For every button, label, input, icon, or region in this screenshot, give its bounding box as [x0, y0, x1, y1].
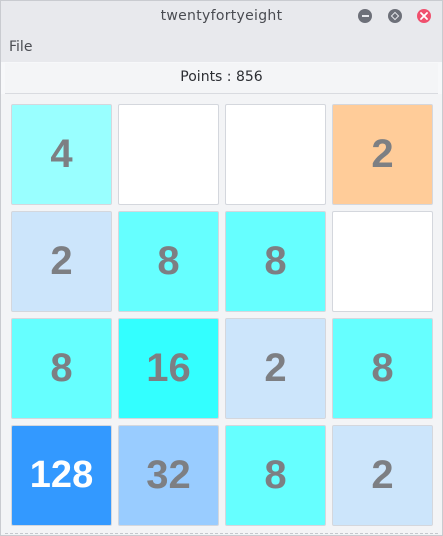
menu-file[interactable]: File — [9, 39, 32, 55]
tile-r4-c1: 128 — [11, 425, 112, 526]
tile-r4-c4: 2 — [332, 425, 433, 526]
maximize-button[interactable] — [388, 9, 402, 23]
tile-r3-c4: 8 — [332, 318, 433, 419]
tile-r2-c1: 2 — [11, 211, 112, 312]
tile-r2-c2: 8 — [118, 211, 219, 312]
score-bar: Points : 856 — [5, 63, 438, 94]
tile-r4-c3: 8 — [225, 425, 326, 526]
close-icon — [420, 12, 428, 20]
tile-r4-c2: 32 — [118, 425, 219, 526]
menu-bar: File — [1, 32, 442, 62]
app-window: twentyfortyeight File Points : 856 42288… — [0, 0, 443, 536]
game-board: 4 2 2 8 8 8 16 2 8 128 32 8 2 — [1, 94, 442, 535]
tile-r3-c2: 16 — [118, 318, 219, 419]
tile-r1-c1: 4 — [11, 104, 112, 205]
tile-r3-c3: 2 — [225, 318, 326, 419]
close-button[interactable] — [417, 9, 431, 23]
tile-r1-c4: 2 — [332, 104, 433, 205]
tile-r1-c2 — [118, 104, 219, 205]
bottom-border — [5, 533, 438, 534]
tile-r3-c1: 8 — [11, 318, 112, 419]
score-label: Points : 856 — [180, 69, 263, 85]
tile-r2-c4 — [332, 211, 433, 312]
tile-r2-c3: 8 — [225, 211, 326, 312]
maximize-icon — [390, 11, 400, 21]
minimize-button[interactable] — [358, 9, 372, 23]
title-bar[interactable]: twentyfortyeight — [1, 1, 442, 32]
window-title: twentyfortyeight — [160, 8, 283, 24]
tile-r1-c3 — [225, 104, 326, 205]
minimize-icon — [361, 15, 369, 17]
